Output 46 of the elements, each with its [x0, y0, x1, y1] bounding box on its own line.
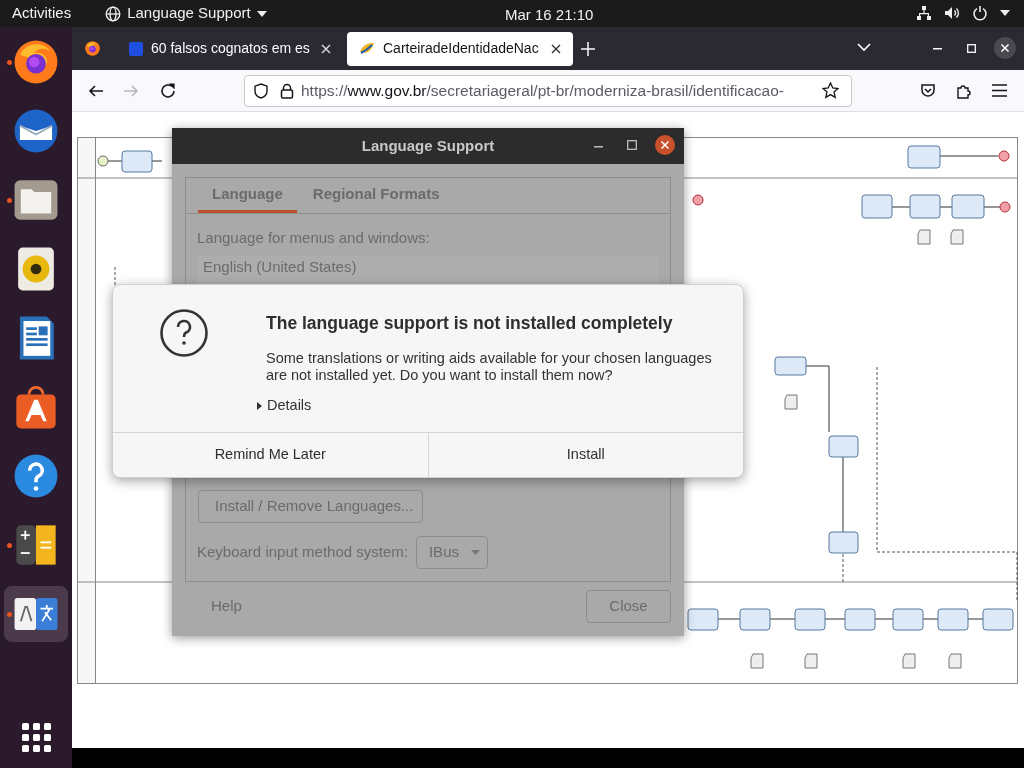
reload-icon[interactable] [160, 82, 176, 99]
clock[interactable]: Mar 16 21:10 [505, 4, 594, 27]
power-icon[interactable] [972, 5, 988, 21]
plus-icon[interactable] [581, 41, 595, 56]
puzzle-piece-icon[interactable] [956, 82, 972, 99]
dialog-message: Some translations or writing aids available for your chosen languages are not installed yet. Do you want to install them now? [266, 350, 713, 385]
field-label: Keyboard input method system: [197, 542, 408, 563]
volume-icon[interactable] [944, 5, 960, 21]
leaf-icon [359, 41, 375, 56]
chevron-down-icon[interactable] [857, 43, 871, 52]
browser-tab[interactable]: 60 falsos cognatos em es [117, 31, 343, 66]
activities-button[interactable]: Activities [12, 2, 72, 25]
url-text: https://www.gov.br/secretariageral/pt-br/moderniza-brasil/identificacao- [301, 80, 785, 101]
caret-icon [256, 10, 267, 17]
dock-item[interactable] [4, 586, 68, 642]
close-icon[interactable] [655, 135, 675, 155]
caret-icon[interactable] [1000, 10, 1010, 16]
close-icon[interactable] [551, 43, 561, 54]
tab-title: CarteiradeIdentidadeNac [383, 39, 540, 58]
square-icon [129, 41, 143, 56]
dialog-button[interactable]: Install [427, 433, 743, 477]
maximize-icon[interactable] [627, 140, 637, 150]
app-menu[interactable]: Language Support [105, 2, 267, 25]
network-icon[interactable] [916, 5, 932, 21]
window-title: Language Support [361, 135, 495, 156]
details-expander[interactable]: Details [257, 395, 726, 417]
minimize-icon[interactable] [933, 48, 942, 50]
tab-title: 60 falsos cognatos em es [151, 39, 311, 58]
app-grid-icon[interactable] [21, 723, 51, 752]
browser-tab[interactable]: CarteiradeIdentidadeNac [347, 31, 573, 66]
close-icon[interactable] [994, 37, 1016, 59]
back-arrow-icon[interactable] [88, 82, 104, 99]
question-icon [160, 309, 208, 357]
address-bar[interactable]: https://www.gov.br/secretariageral/pt-br/moderniza-brasil/identificacao- [244, 74, 852, 107]
caret-icon [470, 550, 480, 555]
globe-icon [105, 5, 122, 22]
dialog-button[interactable]: Remind Me Later [113, 433, 428, 477]
fox-globe-icon[interactable] [84, 40, 101, 57]
star-icon[interactable] [822, 82, 839, 99]
field-label: Language for menus and windows: [197, 228, 431, 248]
triangle-icon [257, 402, 262, 411]
dialog-title: The language support is not installed completely [266, 312, 674, 335]
pocket-icon[interactable] [920, 82, 936, 99]
lock-icon[interactable] [280, 82, 294, 99]
shield-icon[interactable] [253, 82, 269, 99]
menu-icon[interactable] [992, 84, 1007, 97]
